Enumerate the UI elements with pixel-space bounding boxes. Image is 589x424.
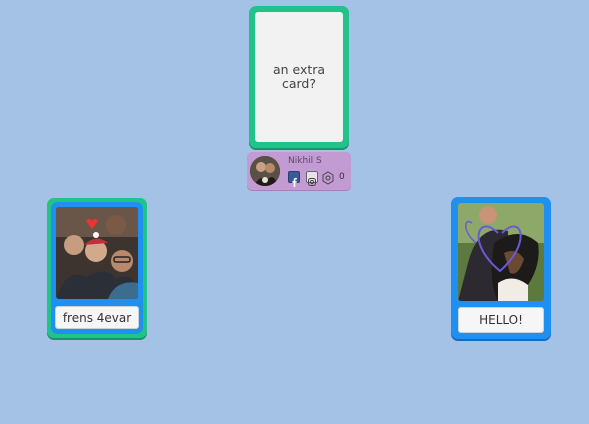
extra-card-text: an extra card? bbox=[272, 62, 326, 91]
photo-card-left-inner: frens 4evar bbox=[51, 202, 143, 334]
photo-card-right[interactable]: HELLO! bbox=[451, 197, 551, 339]
photo-card-left[interactable]: frens 4evar bbox=[47, 198, 147, 338]
right-card-caption[interactable]: HELLO! bbox=[458, 307, 544, 333]
avatar[interactable] bbox=[250, 156, 280, 186]
extra-card-face: an extra card? bbox=[255, 12, 343, 142]
stat-count: 0 bbox=[339, 172, 345, 182]
dog-photo bbox=[458, 203, 544, 301]
left-card-caption[interactable]: frens 4evar bbox=[55, 306, 139, 329]
instagram-icon[interactable] bbox=[306, 171, 318, 186]
profile-badge[interactable]: Nikhil S 0 bbox=[247, 152, 351, 190]
stat-icon bbox=[322, 170, 334, 185]
right-card-caption-text: HELLO! bbox=[479, 313, 523, 327]
facebook-icon[interactable] bbox=[288, 171, 300, 187]
profile-name: Nikhil S bbox=[288, 156, 322, 166]
group-photo bbox=[56, 207, 138, 299]
left-card-caption-text: frens 4evar bbox=[62, 310, 132, 325]
extra-card[interactable]: an extra card? bbox=[249, 6, 349, 148]
